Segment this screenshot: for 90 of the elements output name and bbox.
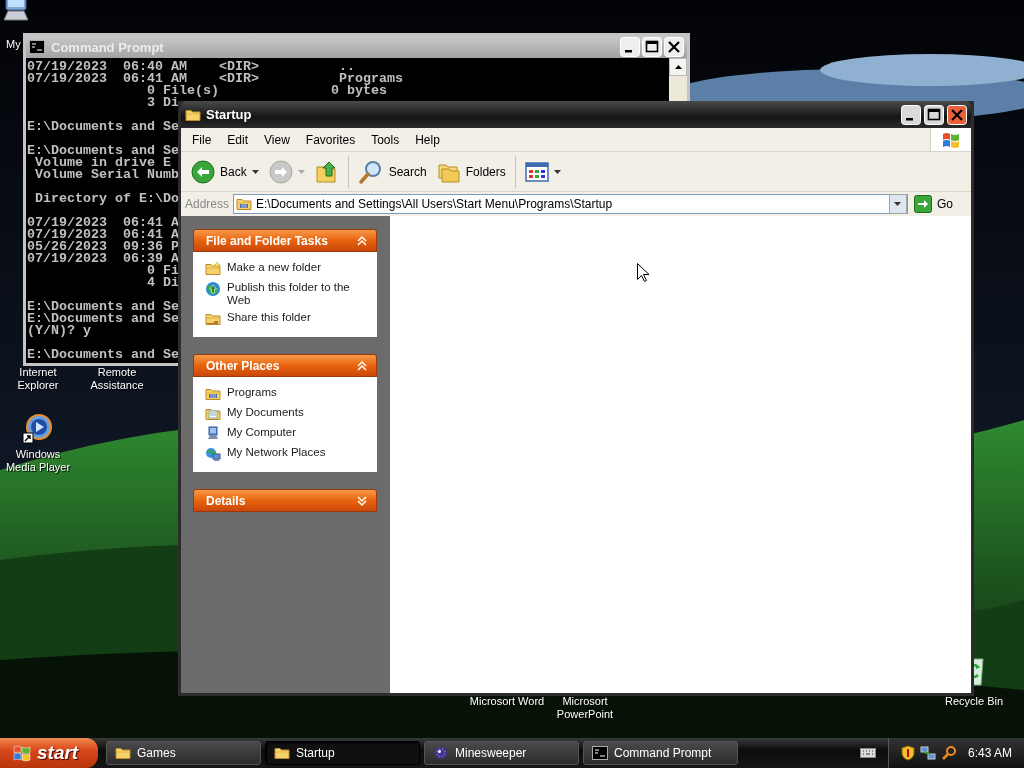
icon-label: Windows Media Player xyxy=(4,448,72,474)
menu-item[interactable]: Favorites xyxy=(297,129,364,150)
task-link[interactable]: Make a new folder xyxy=(227,261,367,274)
icon-label: Internet Explorer xyxy=(16,366,60,392)
window-title: Startup xyxy=(206,107,253,122)
icon-label: My xyxy=(5,38,21,51)
grid-icon xyxy=(524,161,549,182)
task-link[interactable]: Programs xyxy=(227,386,367,399)
console-line: 05/26/2023 09:36 P xyxy=(27,241,179,253)
chevron-icon xyxy=(356,494,368,507)
program-folder-icon xyxy=(205,386,221,402)
task-link[interactable]: My Network Places xyxy=(227,446,367,459)
chevron-icon xyxy=(356,359,368,372)
console-line: E:\Documents and Se xyxy=(27,313,179,325)
search-icon xyxy=(940,745,957,761)
cursor-icon xyxy=(637,263,649,282)
console-line: 3 Di xyxy=(145,97,179,109)
network-globe-icon xyxy=(205,446,221,462)
folder-icon xyxy=(274,745,290,761)
mine-icon xyxy=(433,745,449,761)
dropdown-button[interactable] xyxy=(889,194,907,214)
computer-icon xyxy=(205,426,221,442)
task-link[interactable]: Share this folder xyxy=(227,311,367,324)
menu-item[interactable]: Tools xyxy=(363,129,408,150)
task-link[interactable]: My Documents xyxy=(227,406,367,419)
address-bar[interactable]: E:\Documents and Settings\All Users\Start Menu\Programs\Startup xyxy=(233,194,908,214)
folder-up-arrow-icon xyxy=(314,159,339,184)
minimize-button[interactable] xyxy=(620,37,640,57)
folders-button[interactable]: Folders xyxy=(432,154,510,189)
shared-folder-icon xyxy=(205,311,221,327)
console-icon xyxy=(29,40,45,54)
console-line: 0 File(s) 0 bytes xyxy=(145,85,387,97)
menu-item[interactable]: View xyxy=(256,129,298,150)
windows-flag-icon xyxy=(12,744,32,762)
menu-item[interactable]: Edit xyxy=(219,129,257,150)
search-icon xyxy=(357,158,384,185)
console-line: Volume Serial Numb xyxy=(34,169,179,181)
icon-label: Microsort Word xyxy=(469,695,545,708)
up-arrow-icon xyxy=(674,65,682,69)
console-line: 0 Fi xyxy=(145,265,179,277)
caret-icon xyxy=(553,169,561,174)
task-link[interactable]: My Computer xyxy=(227,426,367,439)
address-field[interactable]: E:\Documents and Settings\All Users\Start Menu\Programs\Startup xyxy=(256,197,885,211)
console-line: 07/19/2023 06:40 AM <DIR> .. xyxy=(27,61,355,73)
console-line: Directory of E:\Do xyxy=(34,193,179,205)
scroll-up-button[interactable] xyxy=(669,58,687,76)
documents-folder-icon xyxy=(205,406,221,422)
search-button[interactable]: Search xyxy=(353,154,431,189)
taskbar-button[interactable]: Startup xyxy=(265,741,420,765)
console-line: E:\Documents and Se xyxy=(27,145,179,157)
taskbar-button[interactable]: Command Prompt xyxy=(583,741,738,765)
menu-item[interactable]: File xyxy=(184,129,220,150)
back-button[interactable]: Back xyxy=(187,154,263,189)
folder-icon xyxy=(115,745,131,761)
address-label: Address xyxy=(185,197,230,211)
console-line: (Y/N)? y xyxy=(27,325,91,337)
keyboard-icon xyxy=(859,747,876,759)
console-line: 4 Di xyxy=(145,277,179,289)
console-line: Volume in drive E xyxy=(34,157,171,169)
task-link[interactable]: Publish this folder to the Web xyxy=(227,281,367,307)
close-button[interactable] xyxy=(664,37,684,57)
caret-icon xyxy=(297,169,305,174)
folder-icon xyxy=(236,196,253,212)
windows-flag-icon xyxy=(941,130,961,149)
icon-label: Remote Assistance xyxy=(89,366,145,392)
console-line: E:\Documents and Se xyxy=(27,301,179,313)
minimize-button[interactable] xyxy=(901,104,921,125)
new-folder-icon xyxy=(205,261,221,277)
taskbar-button[interactable]: Minesweeper xyxy=(424,741,579,765)
shield-icon xyxy=(900,745,915,761)
computer-icon xyxy=(0,0,32,24)
go-button[interactable]: Go xyxy=(912,195,967,213)
close-button[interactable] xyxy=(947,104,967,125)
taskbar-button[interactable]: Games xyxy=(106,741,261,765)
console-line: E:\Documents and Se xyxy=(27,121,179,133)
caret-icon xyxy=(894,202,902,206)
console-icon xyxy=(592,746,608,760)
console-line: 07/19/2023 06:41 AM <DIR> Programs xyxy=(27,73,403,85)
start-button[interactable]: start xyxy=(0,738,98,768)
caret-icon xyxy=(251,169,259,174)
icon-label: Recycle Bin xyxy=(944,695,1004,708)
network-icon xyxy=(919,745,936,761)
clock: 6:43 AM xyxy=(967,746,1012,760)
chevron-icon xyxy=(356,234,368,247)
menu-item[interactable]: Help xyxy=(407,129,448,150)
console-line: E:\Documents and Se xyxy=(27,349,179,361)
maximize-button[interactable] xyxy=(642,37,662,57)
window-title: Command Prompt xyxy=(51,39,165,55)
maximize-button[interactable] xyxy=(924,104,944,125)
media-player-icon xyxy=(22,412,54,444)
